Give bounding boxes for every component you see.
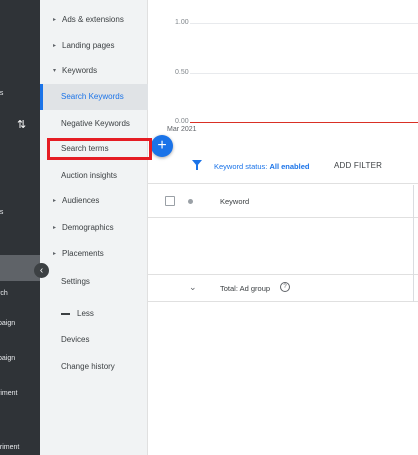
chevron-down-icon[interactable]: ⌄ bbox=[189, 282, 197, 293]
help-circle-icon[interactable]: ? bbox=[280, 282, 290, 292]
nav-item-devices[interactable]: Devices bbox=[40, 327, 148, 353]
nav-item-label: Audiences bbox=[62, 196, 100, 205]
rail-item[interactable]: paign bbox=[0, 320, 15, 327]
triangle-right-icon: ▸ bbox=[53, 17, 57, 23]
nav-item-search-keywords[interactable]: Search Keywords bbox=[40, 84, 148, 110]
sort-arrows-icon[interactable]: ⇅ bbox=[17, 118, 26, 131]
triangle-right-icon: ▸ bbox=[53, 251, 57, 257]
rail-item[interactable]: riment bbox=[0, 390, 17, 397]
nav-item-label: Negative Keywords bbox=[61, 119, 130, 128]
left-rail: ns ⇅ ds rch paign paign riment eriment bbox=[0, 0, 40, 455]
keyword-status-filter[interactable]: Keyword status: All enabled bbox=[214, 162, 309, 171]
triangle-down-icon: ▾ bbox=[53, 68, 57, 74]
nav-item-change-history[interactable]: Change history bbox=[40, 354, 148, 380]
triangle-right-icon: ▸ bbox=[53, 198, 57, 204]
chevron-left-icon[interactable]: ‹ bbox=[34, 263, 49, 278]
y-tick-label: 0.50 bbox=[175, 69, 189, 76]
nav-item-settings[interactable]: Settings bbox=[40, 269, 148, 295]
triangle-right-icon: ▸ bbox=[53, 225, 57, 231]
table-header: Keyword bbox=[148, 185, 418, 218]
rail-item[interactable]: rch bbox=[0, 290, 8, 297]
nav-item-label: Devices bbox=[61, 335, 90, 344]
filter-status-prefix: Keyword status: bbox=[214, 162, 268, 171]
y-tick-label: 0.00 bbox=[175, 118, 189, 125]
nav-item-label: Auction insights bbox=[61, 171, 118, 180]
filter-status-value: All enabled bbox=[269, 162, 310, 171]
nav-item-keywords[interactable]: ▾ Keywords bbox=[40, 58, 148, 84]
funnel-icon-stem bbox=[196, 165, 198, 170]
gridline bbox=[190, 73, 418, 74]
nav-item-label: Landing pages bbox=[62, 41, 115, 50]
nav-item-label: Search Keywords bbox=[61, 92, 124, 101]
plus-icon[interactable]: + bbox=[151, 135, 173, 157]
status-dot-icon bbox=[188, 199, 193, 204]
gridline bbox=[190, 23, 418, 24]
nav-item-audiences[interactable]: ▸ Audiences bbox=[40, 188, 148, 214]
nav-item-label: Less bbox=[77, 309, 94, 318]
nav-item-ads-extensions[interactable]: ▸ Ads & extensions bbox=[40, 7, 148, 33]
nav-item-negative-keywords[interactable]: Negative Keywords bbox=[40, 111, 148, 137]
total-label: Total: Ad group bbox=[220, 284, 271, 293]
column-divider bbox=[413, 185, 414, 302]
nav-item-label: Settings bbox=[61, 277, 90, 286]
nav-item-label: Change history bbox=[61, 362, 115, 371]
total-row: ⌄ Total: Ad group ? bbox=[148, 274, 418, 302]
keyword-column-header[interactable]: Keyword bbox=[220, 197, 249, 206]
y-tick-label: 1.00 bbox=[175, 19, 189, 26]
filter-bar: Keyword status: All enabled ADD FILTER bbox=[148, 148, 418, 184]
nav-item-landing-pages[interactable]: ▸ Landing pages bbox=[40, 33, 148, 59]
nav-item-placements[interactable]: ▸ Placements bbox=[40, 241, 148, 267]
nav-item-auction-insights[interactable]: Auction insights bbox=[40, 163, 148, 189]
highlight-box bbox=[47, 138, 152, 160]
nav-item-label: Demographics bbox=[62, 223, 114, 232]
x-tick-label: Mar 2021 bbox=[167, 126, 197, 133]
nav-item-label: Keywords bbox=[62, 66, 98, 75]
rail-item[interactable]: eriment bbox=[0, 444, 19, 451]
triangle-right-icon: ▸ bbox=[53, 43, 57, 49]
secondary-nav: ▸ Ads & extensions ▸ Landing pages ▾ Key… bbox=[40, 0, 148, 455]
nav-item-label: Placements bbox=[62, 249, 104, 258]
nav-item-less[interactable]: Less bbox=[40, 301, 148, 327]
performance-chart: 1.00 0.50 0.00 Mar 2021 bbox=[148, 0, 418, 140]
main-content: 1.00 0.50 0.00 Mar 2021 Keyword status: … bbox=[148, 0, 418, 455]
select-all-checkbox[interactable] bbox=[165, 196, 175, 206]
rail-item[interactable]: ns bbox=[0, 90, 3, 97]
nav-item-demographics[interactable]: ▸ Demographics bbox=[40, 215, 148, 241]
series-line bbox=[190, 122, 418, 123]
rail-item[interactable]: paign bbox=[0, 355, 15, 362]
nav-item-label: Ads & extensions bbox=[62, 15, 124, 24]
add-filter-button[interactable]: ADD FILTER bbox=[334, 161, 382, 170]
rail-item[interactable]: ds bbox=[0, 209, 3, 216]
